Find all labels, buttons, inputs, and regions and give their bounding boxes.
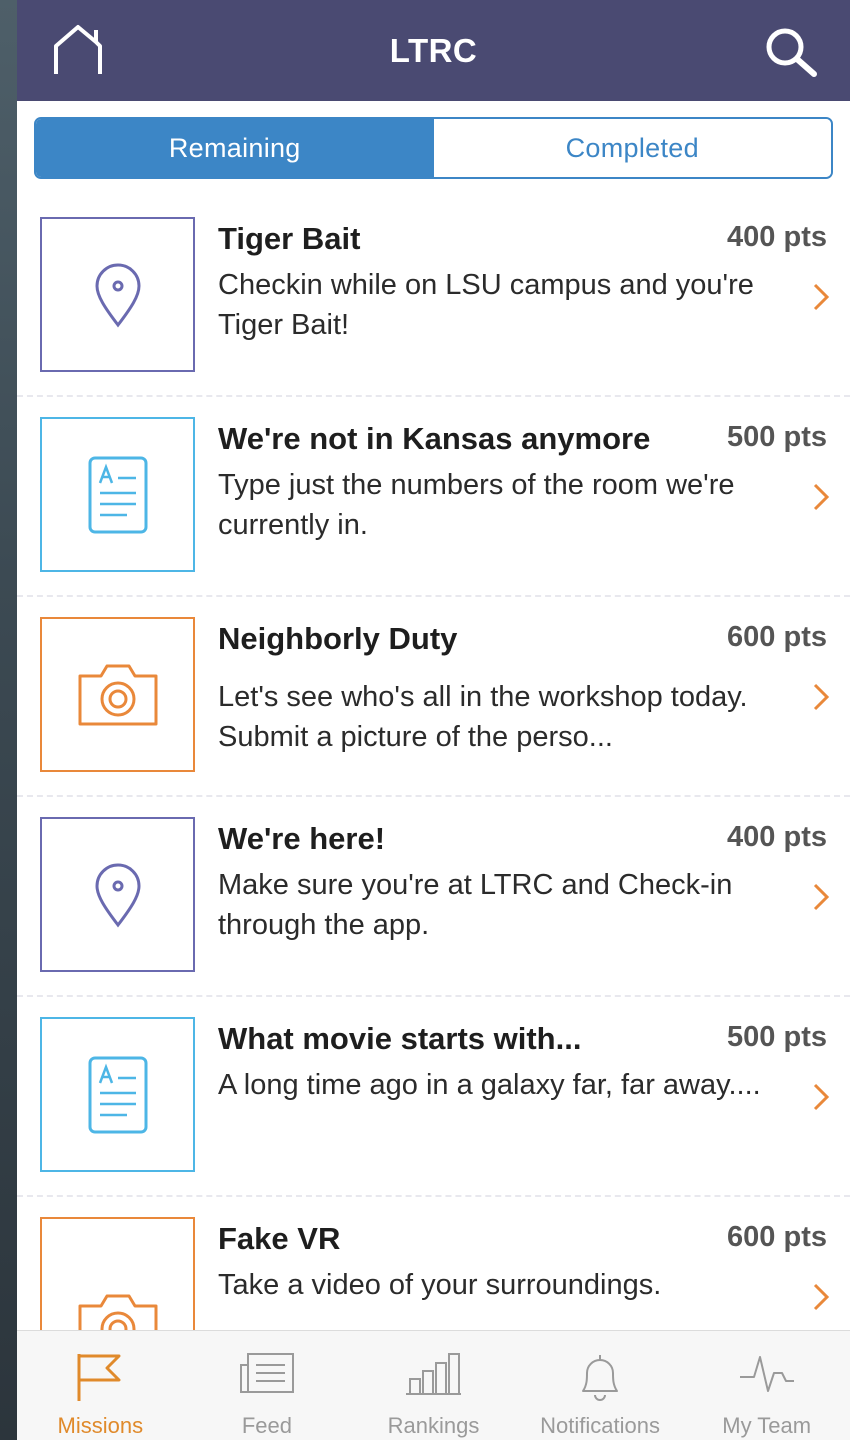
chevron-right-icon: [813, 483, 830, 511]
mission-points: 400 pts: [727, 221, 827, 253]
bar-chart-icon: [406, 1353, 462, 1395]
tab-label: My Team: [722, 1413, 812, 1438]
chevron-right-icon: [813, 683, 830, 711]
flag-icon: [77, 1354, 121, 1401]
tab-completed[interactable]: Completed: [433, 119, 831, 177]
header-bar: LTRC: [17, 0, 850, 101]
tab-feed[interactable]: Feed: [184, 1331, 351, 1440]
mission-thumbnail: [40, 817, 195, 972]
mission-row[interactable]: We're not in Kansas anymore 500 pts Type…: [17, 397, 850, 597]
search-icon[interactable]: [762, 24, 818, 80]
mission-row[interactable]: We're here! 400 pts Make sure you're at …: [17, 797, 850, 997]
mission-description: Take a video of your surroundings.: [218, 1269, 662, 1301]
chevron-right-icon: [813, 283, 830, 311]
tab-rankings[interactable]: Rankings: [350, 1331, 517, 1440]
chevron-right-icon: [813, 1283, 830, 1311]
tab-my-team[interactable]: My Team: [683, 1331, 850, 1440]
mission-thumbnail: [40, 617, 195, 772]
chevron-right-icon: [813, 1083, 830, 1111]
tab-label: Rankings: [387, 1413, 480, 1438]
mission-description: Type just the numbers of the room we're …: [218, 469, 735, 541]
mission-title: Neighborly Duty: [218, 621, 458, 656]
mission-description: A long time ago in a galaxy far, far awa…: [218, 1069, 761, 1101]
mission-title: Tiger Bait: [218, 221, 361, 256]
mission-points: 600 pts: [727, 621, 827, 653]
heartbeat-icon: [739, 1356, 794, 1392]
camera-icon: [78, 1294, 157, 1330]
mission-title: Fake VR: [218, 1221, 341, 1256]
mission-description: Checkin while on LSU campus and you're T…: [218, 269, 754, 341]
missions-list: Tiger Bait 400 pts Checkin while on LSU …: [17, 197, 850, 1330]
mission-row[interactable]: Tiger Bait 400 pts Checkin while on LSU …: [17, 197, 850, 397]
mission-title: We're not in Kansas anymore: [218, 421, 651, 456]
tab-label: Notifications: [540, 1413, 660, 1438]
mission-row[interactable]: What movie starts with... 500 pts A long…: [17, 997, 850, 1197]
mission-thumbnail: [40, 1017, 195, 1172]
mission-points: 500 pts: [727, 421, 827, 453]
mission-row[interactable]: Neighborly Duty 600 pts Let's see who's …: [17, 597, 850, 797]
mission-thumbnail: [40, 217, 195, 372]
location-pin-icon: [94, 863, 141, 927]
page-title: LTRC: [389, 32, 478, 69]
mission-points: 600 pts: [727, 1221, 827, 1253]
text-document-icon: [88, 456, 147, 533]
app-screen: LTRC Remaining Completed Tiger Bait 400 …: [17, 0, 850, 1440]
tab-missions[interactable]: Missions: [17, 1331, 184, 1440]
mission-points: 500 pts: [727, 1021, 827, 1053]
mission-thumbnail: [40, 417, 195, 572]
bell-icon: [582, 1355, 619, 1401]
mission-description: Let's see who's all in the workshop toda…: [218, 681, 748, 753]
mission-thumbnail: [40, 1217, 195, 1330]
tab-notifications[interactable]: Notifications: [517, 1331, 684, 1440]
feed-icon: [239, 1353, 294, 1393]
tab-label: Missions: [57, 1413, 144, 1438]
bottom-tab-bar: Missions Feed Rankings Notifications My …: [17, 1330, 850, 1440]
tab-remaining[interactable]: Remaining: [36, 119, 434, 177]
camera-icon: [78, 664, 157, 725]
mission-points: 400 pts: [727, 821, 827, 853]
location-pin-icon: [94, 263, 141, 327]
chevron-right-icon: [813, 883, 830, 911]
text-document-icon: [88, 1056, 147, 1133]
mission-title: What movie starts with...: [218, 1021, 582, 1056]
tab-label: Feed: [241, 1413, 292, 1438]
mission-description: Make sure you're at LTRC and Check-in th…: [218, 869, 733, 941]
segment-control: Remaining Completed: [34, 117, 833, 179]
mission-row[interactable]: Fake VR 600 pts Take a video of your sur…: [17, 1197, 850, 1330]
mission-title: We're here!: [218, 821, 386, 856]
